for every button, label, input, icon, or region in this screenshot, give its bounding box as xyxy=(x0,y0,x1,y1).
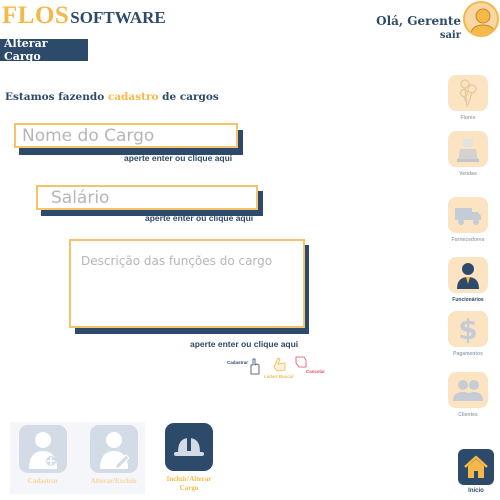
sidebar-item-sales[interactable]: Vendas xyxy=(447,131,489,177)
bottom-edit-label: Alterar/Excluir xyxy=(90,477,138,485)
sidebar-label-suppliers: Fornecedores xyxy=(451,237,485,243)
home-label: Inicio xyxy=(468,488,484,494)
salary-input[interactable]: Salário xyxy=(36,185,258,210)
description-submit-hint[interactable]: aperte enter ou clique aqui xyxy=(190,339,298,349)
user-avatar-icon xyxy=(469,8,497,35)
mini-register-label: Cadastrar xyxy=(227,360,249,365)
intro-text: Estamos fazendo cadastro de cargos xyxy=(5,91,219,103)
mini-list-label: Listar/ Buscar xyxy=(264,374,295,379)
flower-icon xyxy=(459,79,477,108)
hand-point-icon xyxy=(273,357,286,372)
description-textarea[interactable]: Descrição das funções do cargo xyxy=(69,239,305,328)
sidebar-label-clients: Clientes xyxy=(458,412,478,418)
avatar[interactable] xyxy=(463,1,499,37)
sidebar-item-payments[interactable]: $ Pagamentos xyxy=(447,311,489,357)
bottom-job-button[interactable]: Incluir/Alterar Cargo xyxy=(160,423,218,493)
hard-hat-icon xyxy=(174,436,204,456)
user-greeting: Olá, Gerente sair xyxy=(376,10,461,41)
sidebar-item-flowers[interactable]: Flores xyxy=(447,75,489,121)
home-button[interactable] xyxy=(458,449,494,485)
logout-link[interactable]: sair xyxy=(376,30,461,41)
mini-cancel-button[interactable]: Cancelar xyxy=(294,354,328,380)
sidebar-label-flowers: Flores xyxy=(460,115,476,121)
page-title: Alterar Cargo xyxy=(0,37,88,63)
user-add-icon xyxy=(29,432,57,469)
bottom-register-label: Cadastrar xyxy=(27,477,59,485)
employee-icon xyxy=(457,263,479,289)
user-edit-icon xyxy=(100,432,130,469)
form-action-icons: Cadastrar Listar/ Buscar Cancelar xyxy=(224,354,328,380)
house-icon xyxy=(464,455,488,478)
sidebar-item-clients[interactable]: Clientes xyxy=(447,372,489,418)
sidebar-label-employees: Funcionários xyxy=(452,297,484,303)
salary-submit-hint[interactable]: aperte enter ou clique aqui xyxy=(145,213,253,223)
logo-sub-text: SOFTWARE xyxy=(70,8,166,27)
intro-text-start: Estamos fazendo xyxy=(5,91,108,103)
logo-main-text: FLOS xyxy=(2,2,70,29)
mini-register-button[interactable]: Cadastrar xyxy=(224,354,262,380)
bottom-register-button[interactable]: Cadastrar xyxy=(18,425,68,486)
job-name-input[interactable]: Nome do Cargo xyxy=(14,123,238,148)
mini-cancel-label: Cancelar xyxy=(306,369,326,374)
bottom-job-label: Incluir/Alterar Cargo xyxy=(166,475,212,492)
bottom-edit-button[interactable]: Alterar/Excluir xyxy=(85,425,143,486)
cash-register-icon xyxy=(457,139,479,162)
truck-icon xyxy=(455,208,481,225)
intro-text-end: de cargos xyxy=(158,91,219,103)
greeting-text: Olá, Gerente xyxy=(376,14,461,28)
sidebar-label-payments: Pagamentos xyxy=(453,351,483,357)
dollar-icon: $ xyxy=(458,314,477,344)
sidebar-item-suppliers[interactable]: Fornecedores xyxy=(447,197,489,243)
hand-icon xyxy=(250,358,260,375)
users-icon xyxy=(453,380,483,401)
app-logo: FLOS SOFTWARE xyxy=(2,2,166,32)
sidebar-label-sales: Vendas xyxy=(459,171,477,177)
intro-highlight: cadastro xyxy=(107,91,159,103)
mini-list-button[interactable]: Listar/ Buscar xyxy=(264,354,294,380)
name-submit-hint[interactable]: aperte enter ou clique aqui xyxy=(124,153,232,163)
svg-text:$: $ xyxy=(458,314,477,344)
sidebar-item-employees[interactable]: Funcionários xyxy=(447,257,489,303)
